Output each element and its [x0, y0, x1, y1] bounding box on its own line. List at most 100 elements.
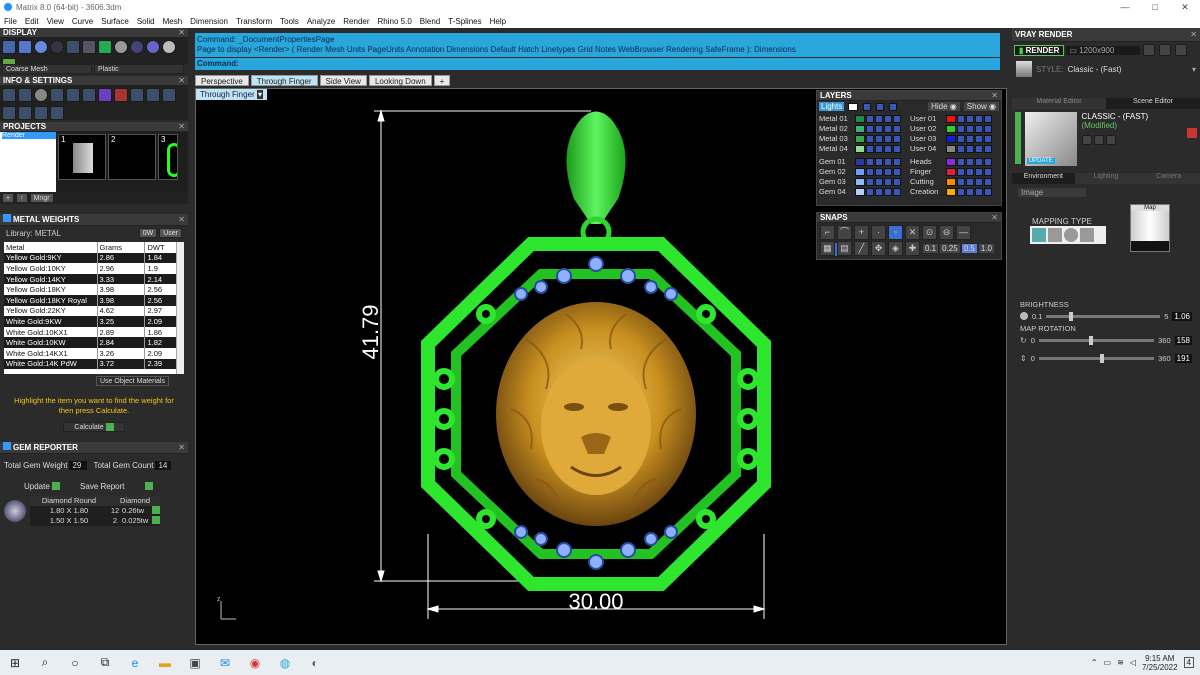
menu-curve[interactable]: Curve — [72, 17, 93, 26]
layer-row[interactable]: Finger — [910, 167, 999, 177]
layer-color-swatch[interactable] — [945, 168, 956, 176]
project-thumb-1[interactable]: 1 — [58, 134, 106, 180]
layer-extra-icon[interactable] — [983, 158, 992, 166]
layer-extra-icon[interactable] — [893, 158, 901, 166]
layer-select-icon[interactable] — [974, 178, 983, 186]
layer-row[interactable]: Heads — [910, 157, 999, 167]
layer-color-swatch[interactable] — [855, 125, 865, 133]
settings2-icon[interactable] — [50, 106, 64, 120]
user-toggle[interactable]: User — [159, 228, 182, 238]
layer-select-icon[interactable] — [974, 158, 983, 166]
wifi-icon[interactable]: ≋ — [1117, 658, 1124, 667]
menu-tsplines[interactable]: T-Splines — [448, 17, 481, 26]
layer-visible-icon[interactable] — [866, 158, 874, 166]
calculate-button[interactable]: Calculate — [63, 422, 125, 432]
brightness-slider[interactable] — [1046, 311, 1161, 321]
menu-help[interactable]: Help — [490, 17, 506, 26]
tab-lighting[interactable]: Lighting — [1074, 173, 1138, 184]
table-row[interactable]: Yellow Gold:18KY Royal 3.98 2.56 — [4, 294, 184, 306]
render-settings-icon[interactable] — [1143, 44, 1156, 56]
project-thumb-3[interactable]: 3 — [158, 134, 178, 180]
layer-row[interactable]: Metal 03 — [819, 134, 910, 144]
snap-cen-icon[interactable]: ◦ — [888, 225, 903, 240]
technical-icon[interactable] — [82, 40, 96, 54]
table-row[interactable]: White Gold:14KX1 3.26 2.09 — [4, 347, 184, 359]
layer-visible-icon[interactable] — [866, 188, 874, 196]
table-row[interactable]: White Gold:14K PdW 3.72 2.39 — [4, 358, 184, 370]
layer-select-icon[interactable] — [974, 168, 983, 176]
layer-row[interactable]: Gem 04 — [819, 187, 910, 197]
layer-select-icon[interactable] — [884, 145, 892, 153]
cube-icon[interactable] — [162, 88, 176, 102]
layer-select-icon[interactable] — [884, 115, 892, 123]
collapse-handle[interactable] — [1015, 112, 1021, 164]
menu-view[interactable]: View — [47, 17, 64, 26]
snap-quad-icon[interactable]: — — [956, 225, 971, 240]
layer-select-icon[interactable] — [974, 135, 983, 143]
layer-visible-icon[interactable] — [956, 135, 965, 143]
layer-color-swatch[interactable] — [945, 158, 956, 166]
metal-display-icon[interactable] — [162, 40, 176, 54]
menu-tools[interactable]: Tools — [280, 17, 299, 26]
mapping-spherical-icon[interactable] — [1064, 228, 1078, 242]
layer-select-icon[interactable] — [884, 125, 892, 133]
layer-color-swatch[interactable] — [855, 168, 865, 176]
maximize-button[interactable]: □ — [1140, 2, 1170, 13]
rotation-slider-2[interactable] — [1038, 353, 1155, 363]
layer-lock-icon[interactable] — [875, 168, 883, 176]
snap-int-icon[interactable]: ✕ — [905, 225, 920, 240]
snap-mid-icon[interactable]: · — [871, 225, 886, 240]
layer-row[interactable]: Metal 01 — [819, 114, 910, 124]
layer-visible-icon[interactable] — [866, 178, 874, 186]
mapping-box-icon[interactable] — [1048, 228, 1062, 242]
mesh-dropdown[interactable]: Coarse Mesh — [2, 64, 92, 74]
layer-lock-icon[interactable] — [965, 158, 974, 166]
palette-icon[interactable] — [114, 88, 128, 102]
file-explorer-icon[interactable]: ▬ — [150, 656, 180, 670]
layer-extra-icon[interactable] — [893, 145, 901, 153]
table-row[interactable]: White Gold:10KX1 2.89 1.86 — [4, 326, 184, 338]
tab-through-finger[interactable]: Through Finger — [250, 75, 318, 86]
layer-color-swatch[interactable] — [855, 145, 865, 153]
layer-visible-icon[interactable] — [866, 125, 874, 133]
rotation-slider-1-thumb[interactable] — [1089, 335, 1094, 345]
edge-icon[interactable]: e — [120, 656, 150, 670]
lights-toggle[interactable]: Lights — [819, 102, 845, 111]
tab-material-editor[interactable]: Material Editor — [1012, 98, 1106, 109]
layer-color-swatch[interactable] — [855, 135, 865, 143]
xray-icon[interactable] — [66, 40, 80, 54]
layer-extra-icon[interactable] — [893, 135, 901, 143]
layer-row[interactable]: User 01 — [910, 114, 999, 124]
manager-button[interactable]: Mngr — [29, 193, 54, 203]
layer-lock-icon[interactable] — [965, 125, 974, 133]
sphere-icon[interactable] — [114, 40, 128, 54]
snap-value-0.25[interactable]: 0.25 — [940, 243, 960, 253]
layer-row[interactable]: Gem 01 — [819, 157, 910, 167]
tab-scene-editor[interactable]: Scene Editor — [1106, 98, 1200, 109]
layer-extra-icon[interactable] — [983, 115, 992, 123]
layer-visible-icon[interactable] — [956, 125, 965, 133]
layer-extra-icon[interactable] — [893, 178, 901, 186]
map-thumbnail[interactable] — [1131, 211, 1169, 241]
layer-visible-icon[interactable] — [866, 115, 874, 123]
layer-lock-icon[interactable] — [875, 125, 883, 133]
snap-lock-icon[interactable]: ✚ — [905, 240, 920, 256]
layer-lock-icon[interactable] — [875, 145, 883, 153]
play-icon[interactable] — [152, 516, 160, 524]
wireframe-icon[interactable] — [2, 40, 16, 54]
layer-select-icon[interactable] — [974, 125, 983, 133]
layer-color-swatch[interactable] — [945, 115, 956, 123]
hide-all-button[interactable]: Hide ◉ — [928, 102, 960, 111]
snap-perp-icon[interactable]: ⊙ — [922, 225, 937, 240]
material-dropdown[interactable]: Plastic — [94, 64, 184, 74]
layer-extra-icon[interactable] — [983, 145, 992, 153]
layer-extra-icon[interactable] — [893, 125, 901, 133]
layer-extra-icon[interactable] — [983, 178, 992, 186]
brightness-slider-thumb[interactable] — [1068, 311, 1073, 321]
menu-solid[interactable]: Solid — [137, 17, 155, 26]
ghosted-icon[interactable] — [50, 40, 64, 54]
snap-value-0.5[interactable]: 0.5 — [961, 243, 977, 253]
ruler-icon[interactable] — [66, 88, 80, 102]
layer-color-swatch[interactable] — [945, 145, 956, 153]
menu-transform[interactable]: Transform — [236, 17, 272, 26]
